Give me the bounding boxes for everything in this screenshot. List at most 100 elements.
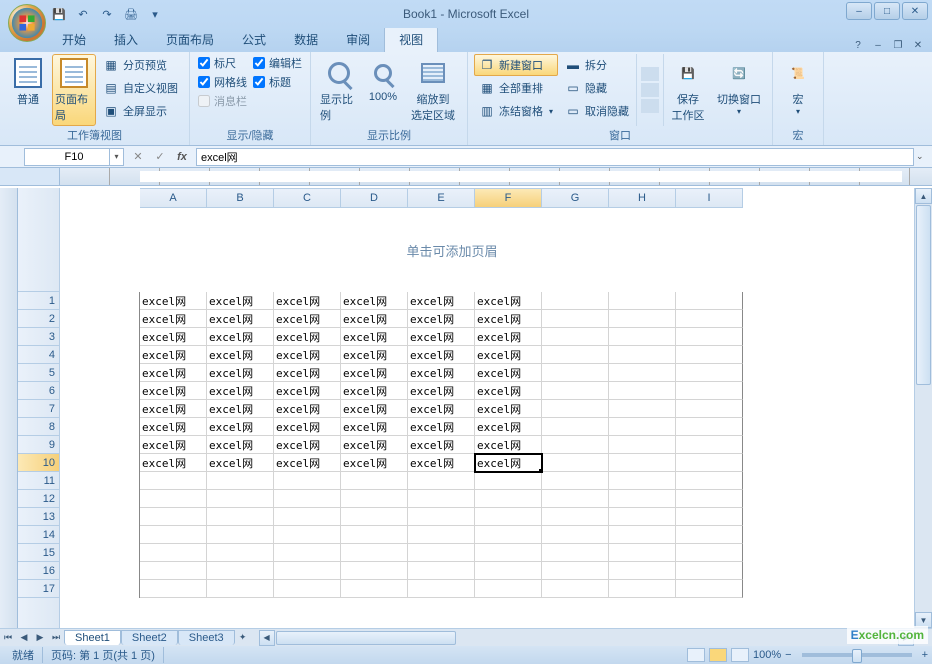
macros-button[interactable]: 📜 宏 ▾ <box>779 54 817 126</box>
cell[interactable] <box>542 364 609 382</box>
row-header[interactable]: 13 <box>18 508 59 526</box>
zoom-100-button[interactable]: 100% <box>363 54 403 126</box>
cell[interactable] <box>609 472 676 490</box>
undo-icon[interactable]: ↶ <box>72 3 94 25</box>
cell[interactable] <box>609 346 676 364</box>
cell[interactable] <box>207 508 274 526</box>
cell[interactable] <box>609 544 676 562</box>
horizontal-scrollbar[interactable]: ◀ ▶ <box>259 630 914 646</box>
cell[interactable] <box>475 526 542 544</box>
view-side-by-side-icon[interactable] <box>641 67 659 81</box>
cell[interactable] <box>609 490 676 508</box>
ruler-checkbox[interactable]: 标尺 <box>196 54 249 72</box>
minimize-button[interactable]: – <box>846 2 872 20</box>
row-header[interactable]: 15 <box>18 544 59 562</box>
cell[interactable]: excel网 <box>274 382 341 400</box>
page-layout-shortcut[interactable] <box>709 648 727 662</box>
row-header[interactable]: 17 <box>18 580 59 598</box>
row-header[interactable]: 3 <box>18 328 59 346</box>
cell[interactable] <box>341 490 408 508</box>
cell[interactable]: excel网 <box>341 454 408 472</box>
cell[interactable] <box>408 544 475 562</box>
tab-home[interactable]: 开始 <box>48 27 100 52</box>
column-header[interactable]: D <box>341 188 408 208</box>
cell[interactable]: excel网 <box>140 328 207 346</box>
cell[interactable] <box>676 544 743 562</box>
redo-icon[interactable]: ↷ <box>96 3 118 25</box>
new-window-button[interactable]: ❐新建窗口 <box>474 54 558 76</box>
cell[interactable]: excel网 <box>475 418 542 436</box>
row-header[interactable]: 1 <box>18 292 59 310</box>
cell[interactable] <box>609 436 676 454</box>
cell[interactable] <box>341 508 408 526</box>
cell[interactable] <box>341 544 408 562</box>
cell[interactable]: excel网 <box>475 310 542 328</box>
cell[interactable] <box>207 562 274 580</box>
sheet-tab-1[interactable]: Sheet1 <box>64 630 121 645</box>
cell[interactable]: excel网 <box>408 382 475 400</box>
cell[interactable]: excel网 <box>475 292 542 310</box>
cell[interactable] <box>542 562 609 580</box>
cell[interactable] <box>676 526 743 544</box>
cell[interactable]: excel网 <box>408 436 475 454</box>
zoom-level[interactable]: 100% <box>753 649 781 661</box>
cell[interactable] <box>341 580 408 598</box>
cell[interactable]: excel网 <box>274 328 341 346</box>
custom-views-button[interactable]: ▤自定义视图 <box>98 77 183 99</box>
cell[interactable]: excel网 <box>207 346 274 364</box>
gridlines-checkbox[interactable]: 网格线 <box>196 73 249 91</box>
column-header[interactable]: A <box>140 188 207 208</box>
column-header[interactable]: E <box>408 188 475 208</box>
cell[interactable]: excel网 <box>274 400 341 418</box>
reset-position-icon[interactable] <box>641 99 659 113</box>
cell[interactable] <box>475 544 542 562</box>
cell[interactable] <box>207 580 274 598</box>
cell[interactable] <box>408 472 475 490</box>
sync-scroll-icon[interactable] <box>641 83 659 97</box>
scroll-left-button[interactable]: ◀ <box>259 630 275 646</box>
horizontal-ruler[interactable] <box>0 168 932 186</box>
enter-icon[interactable]: ✓ <box>150 148 170 166</box>
page-header-placeholder[interactable]: 单击可添加页眉 <box>140 208 764 292</box>
column-header[interactable]: G <box>542 188 609 208</box>
cell[interactable] <box>542 382 609 400</box>
cell[interactable] <box>274 472 341 490</box>
cell[interactable] <box>207 544 274 562</box>
tab-data[interactable]: 数据 <box>280 27 332 52</box>
cell[interactable]: excel网 <box>207 382 274 400</box>
row-header[interactable]: 8 <box>18 418 59 436</box>
cell[interactable] <box>609 454 676 472</box>
zoom-slider[interactable] <box>802 653 912 657</box>
cell[interactable] <box>274 544 341 562</box>
cell[interactable] <box>609 418 676 436</box>
cell[interactable] <box>542 328 609 346</box>
help-button[interactable]: ? <box>850 38 866 52</box>
cell[interactable]: excel网 <box>475 454 542 472</box>
column-header[interactable]: F <box>475 188 542 208</box>
cell[interactable] <box>475 490 542 508</box>
cell[interactable]: excel网 <box>408 346 475 364</box>
cell[interactable]: excel网 <box>140 382 207 400</box>
row-header[interactable]: 7 <box>18 400 59 418</box>
cell[interactable]: excel网 <box>408 292 475 310</box>
column-header[interactable]: H <box>609 188 676 208</box>
cell[interactable] <box>676 292 743 310</box>
cell[interactable] <box>542 454 609 472</box>
formula-bar-expand-icon[interactable]: ⌄ <box>916 151 930 162</box>
headings-checkbox[interactable]: 标题 <box>251 73 304 91</box>
cell[interactable] <box>140 580 207 598</box>
insert-sheet-icon[interactable]: ✦ <box>235 630 251 646</box>
cell[interactable] <box>609 526 676 544</box>
cell[interactable]: excel网 <box>341 310 408 328</box>
zoom-out-button[interactable]: − <box>785 649 791 661</box>
cell[interactable]: excel网 <box>408 310 475 328</box>
tab-nav-prev-icon[interactable]: ◀ <box>16 630 32 646</box>
cell[interactable] <box>475 472 542 490</box>
cell[interactable]: excel网 <box>207 400 274 418</box>
cell[interactable] <box>140 526 207 544</box>
cell[interactable]: excel网 <box>341 382 408 400</box>
cell[interactable]: excel网 <box>408 364 475 382</box>
zoom-in-button[interactable]: + <box>922 649 928 661</box>
cell[interactable]: excel网 <box>408 454 475 472</box>
page-layout-view-button[interactable]: 页面布局 <box>52 54 96 126</box>
